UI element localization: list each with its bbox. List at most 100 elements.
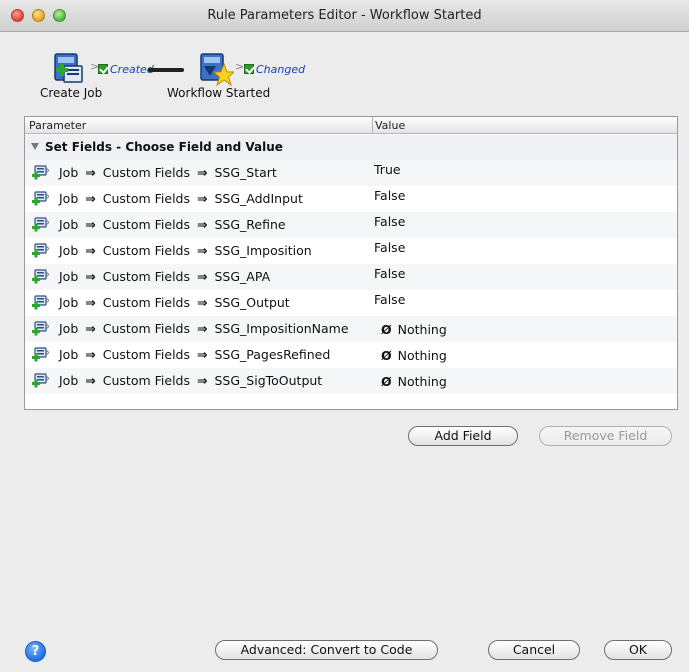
table-row[interactable]: Job ⇒ Custom Fields ⇒ SSG_Start True	[25, 160, 677, 186]
path-segment: SSG_APA	[214, 269, 271, 284]
path-segment: Custom Fields	[102, 347, 190, 362]
column-divider[interactable]	[372, 117, 373, 134]
path-segment: SSG_Start	[214, 165, 277, 180]
add-field-row-icon	[31, 191, 50, 206]
field-value[interactable]: True	[374, 162, 401, 177]
path-segment: SSG_Refine	[214, 217, 286, 232]
ok-button[interactable]: OK	[604, 640, 672, 660]
table-row[interactable]: Job ⇒ Custom Fields ⇒ SSG_AddInput False	[25, 186, 677, 212]
path-arrow-icon: ⇒	[197, 243, 208, 258]
path-segment: Custom Fields	[102, 243, 190, 258]
table-header: Parameter Value	[25, 117, 677, 134]
field-path: Job ⇒ Custom Fields ⇒ SSG_Imposition	[59, 243, 312, 258]
path-arrow-icon: ⇒	[85, 269, 96, 284]
path-segment: Custom Fields	[102, 295, 190, 310]
table-row[interactable]: Job ⇒ Custom Fields ⇒ SSG_Output False	[25, 290, 677, 316]
field-value[interactable]: False	[374, 266, 405, 281]
table-row[interactable]: Job ⇒ Custom Fields ⇒ SSG_PagesRefined Ø Nothi…	[25, 342, 677, 368]
value-text: Nothing	[397, 374, 447, 389]
path-segment: SSG_SigToOutput	[214, 373, 323, 388]
path-arrow-icon: ⇒	[197, 269, 208, 284]
path-arrow-icon: ⇒	[197, 191, 208, 206]
flow-arrow-icon: >	[90, 60, 100, 73]
group-set-fields[interactable]: Set Fields - Choose Field and Value	[25, 135, 677, 160]
path-segment: Custom Fields	[102, 191, 190, 206]
path-arrow-icon: ⇒	[85, 295, 96, 310]
flow-connector	[148, 68, 184, 72]
null-value-icon: Ø	[381, 322, 392, 337]
title-bar[interactable]: Rule Parameters Editor - Workflow Starte…	[0, 0, 689, 32]
path-arrow-icon: ⇒	[85, 373, 96, 388]
path-segment: Custom Fields	[102, 165, 190, 180]
add-field-row-icon	[31, 165, 50, 180]
field-value[interactable]: Ø Nothing	[381, 374, 447, 389]
path-segment: Job	[59, 295, 79, 310]
path-segment: SSG_Output	[214, 295, 290, 310]
path-segment: Job	[59, 321, 79, 336]
add-field-row-icon	[31, 373, 50, 388]
workflow-started-icon[interactable]	[200, 52, 234, 86]
column-header-parameter[interactable]: Parameter	[29, 119, 86, 132]
field-value[interactable]: False	[374, 292, 405, 307]
advanced-convert-to-code-button[interactable]: Advanced: Convert to Code	[215, 640, 438, 660]
field-path: Job ⇒ Custom Fields ⇒ SSG_Output	[59, 295, 290, 310]
group-label: Set Fields - Choose Field and Value	[45, 140, 283, 154]
help-icon[interactable]: ?	[25, 641, 46, 662]
add-field-row-icon	[31, 295, 50, 310]
field-path: Job ⇒ Custom Fields ⇒ SSG_ImpositionName	[59, 321, 349, 336]
path-segment: Custom Fields	[102, 321, 190, 336]
path-arrow-icon: ⇒	[197, 295, 208, 310]
null-value-icon: Ø	[381, 348, 392, 363]
flow-arrow-icon-2: >	[235, 60, 245, 73]
path-segment: Custom Fields	[102, 269, 190, 284]
path-segment: Custom Fields	[102, 217, 190, 232]
path-segment: SSG_AddInput	[214, 191, 303, 206]
field-path: Job ⇒ Custom Fields ⇒ SSG_Start	[59, 165, 277, 180]
path-arrow-icon: ⇒	[197, 373, 208, 388]
field-path: Job ⇒ Custom Fields ⇒ SSG_PagesRefined	[59, 347, 330, 362]
disclosure-triangle-icon[interactable]	[31, 143, 39, 150]
parameters-table[interactable]: Parameter Value Set Fields - Choose Fiel…	[24, 116, 678, 410]
field-value[interactable]: Ø Nothing	[381, 322, 447, 337]
cancel-button[interactable]: Cancel	[488, 640, 580, 660]
path-segment: Custom Fields	[102, 373, 190, 388]
table-row[interactable]: Job ⇒ Custom Fields ⇒ SSG_ImpositionName Ø Not…	[25, 316, 677, 342]
add-field-button[interactable]: Add Field	[408, 426, 518, 446]
path-segment: SSG_PagesRefined	[214, 347, 331, 362]
window-title: Rule Parameters Editor - Workflow Starte…	[207, 8, 482, 23]
path-arrow-icon: ⇒	[85, 243, 96, 258]
path-segment: SSG_ImpositionName	[214, 321, 349, 336]
path-arrow-icon: ⇒	[85, 165, 96, 180]
field-path: Job ⇒ Custom Fields ⇒ SSG_SigToOutput	[59, 373, 322, 388]
rule-parameters-editor-window: Rule Parameters Editor - Workflow Starte…	[0, 0, 689, 672]
add-field-row-icon	[31, 321, 50, 336]
field-value[interactable]: False	[374, 240, 405, 255]
add-field-row-icon	[31, 269, 50, 284]
create-job-label: Create Job	[40, 86, 103, 100]
remove-field-button[interactable]: Remove Field	[539, 426, 672, 446]
path-arrow-icon: ⇒	[85, 217, 96, 232]
add-field-row-icon	[31, 217, 50, 232]
path-segment: Job	[59, 191, 79, 206]
path-segment: SSG_Imposition	[214, 243, 312, 258]
field-value[interactable]: Ø Nothing	[381, 348, 447, 363]
path-segment: Job	[59, 373, 79, 388]
column-header-value[interactable]: Value	[375, 119, 405, 132]
field-value[interactable]: False	[374, 188, 405, 203]
table-row[interactable]: Job ⇒ Custom Fields ⇒ SSG_Imposition False	[25, 238, 677, 264]
path-arrow-icon: ⇒	[197, 165, 208, 180]
path-arrow-icon: ⇒	[85, 347, 96, 362]
create-job-icon[interactable]	[54, 52, 88, 86]
field-value[interactable]: False	[374, 214, 405, 229]
add-field-row-icon	[31, 347, 50, 362]
value-text: Nothing	[397, 348, 447, 363]
path-segment: Job	[59, 269, 79, 284]
field-path: Job ⇒ Custom Fields ⇒ SSG_Refine	[59, 217, 286, 232]
changed-status: Changed	[256, 63, 306, 76]
add-field-row-icon	[31, 243, 50, 258]
table-row[interactable]: Job ⇒ Custom Fields ⇒ SSG_APA False	[25, 264, 677, 290]
value-text: Nothing	[397, 322, 447, 337]
path-arrow-icon: ⇒	[197, 347, 208, 362]
table-row[interactable]: Job ⇒ Custom Fields ⇒ SSG_Refine False	[25, 212, 677, 238]
table-row[interactable]: Job ⇒ Custom Fields ⇒ SSG_SigToOutput Ø Nothin…	[25, 368, 677, 394]
